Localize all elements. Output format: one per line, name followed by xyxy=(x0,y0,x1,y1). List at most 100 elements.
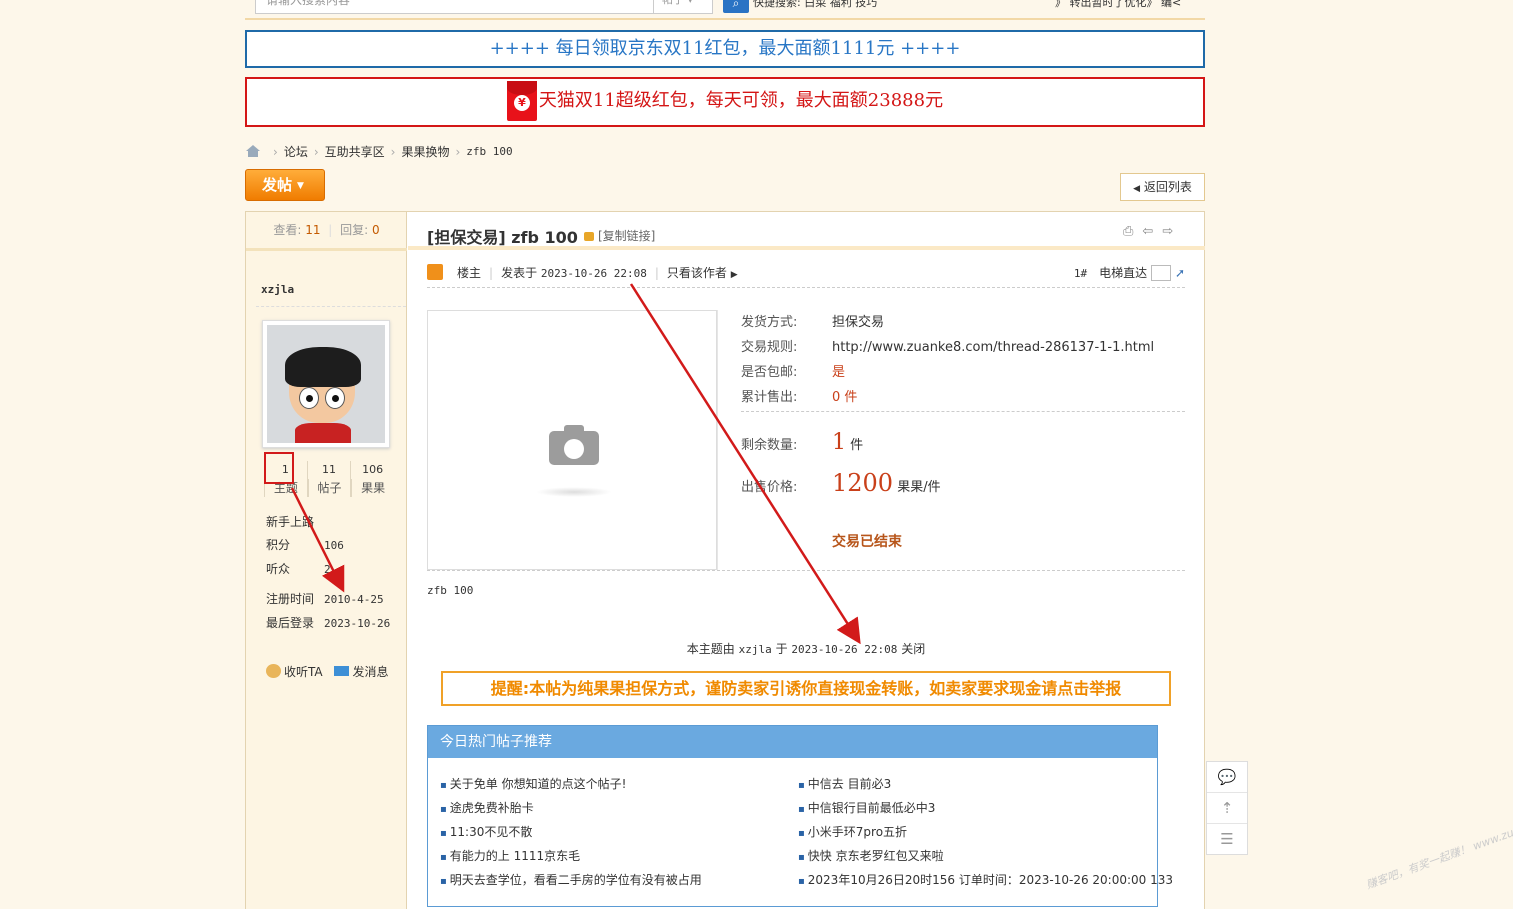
hot-item[interactable]: 明天去查学位，看看二手房的学位有没有被占用 xyxy=(440,869,702,893)
tmall-banner[interactable]: ¥ 天猫双11超级红包，每天可领，最大面额23888元 xyxy=(245,77,1205,127)
closed-prefix: 本主题由 xyxy=(686,642,735,656)
hot-left-list: 关于免单 你想知道的点这个帖子! 途虎免费补胎卡 11:30不见不散 有能力的上… xyxy=(440,773,702,893)
divider xyxy=(427,570,1185,571)
follow-link[interactable]: 收听TA xyxy=(266,664,323,679)
user-rank[interactable]: 新手上路 xyxy=(266,510,396,534)
new-post-button[interactable]: 发帖 ▼ xyxy=(245,169,325,201)
search-button[interactable]: ⌕ xyxy=(723,0,749,13)
breadcrumb-separator: › xyxy=(390,144,396,159)
views-count: 11 xyxy=(305,223,321,237)
top-right-links[interactable]: 》 转出暂时了优化》 编< xyxy=(1055,0,1181,10)
floating-toolbar: 💬 ⇡ ☰ xyxy=(1206,761,1248,855)
trade-rule-row: 交易规则: http://www.zuanke8.com/thread-28613… xyxy=(741,335,1185,360)
posted-label: 发表于 xyxy=(501,266,538,280)
reg-row: 注册时间 2010-4-25 xyxy=(266,587,396,612)
trade-free-label: 是否包邮: xyxy=(741,365,798,380)
hot-item[interactable]: 快快 京东老罗红包又来啦 xyxy=(798,845,1173,869)
hot-item[interactable]: 2023年10月26日20时156 订单时间：2023-10-26 20:00:… xyxy=(798,869,1173,893)
camera-icon xyxy=(549,423,599,465)
hot-item[interactable]: 有能力的上 1111京东毛 xyxy=(440,845,702,869)
last-login-label: 最后登录 xyxy=(266,616,315,630)
listeners-value: 2 xyxy=(324,563,331,576)
author-icon xyxy=(427,264,443,280)
listeners-row: 听众 2 xyxy=(266,557,396,582)
post-container: 查看: 11 | 回复: 0 xzjla 1 主题 11 帖子 106 果果 新手上路… xyxy=(245,211,1205,909)
back-to-list-button[interactable]: ◀ 返回列表 xyxy=(1120,173,1205,201)
closed-mid: 于 xyxy=(775,642,788,656)
hot-item[interactable]: 中信银行目前最低必中3 xyxy=(798,797,1173,821)
yuan-symbol: ¥ xyxy=(513,95,530,111)
trade-ship-value: 担保交易 xyxy=(832,315,885,330)
views-label: 查看: xyxy=(273,223,302,237)
home-icon[interactable] xyxy=(245,145,261,158)
hot-threads: 今日热门帖子推荐 关于免单 你想知道的点这个帖子! 途虎免费补胎卡 11:30不… xyxy=(427,725,1173,907)
search-type-select[interactable]: 帖子 ▾ xyxy=(653,0,713,14)
only-author-link[interactable]: 只看该作者 xyxy=(667,266,727,280)
red-envelope-icon: ¥ xyxy=(506,81,537,121)
trade-remain-unit: 件 xyxy=(850,438,864,453)
prev-thread-icon[interactable]: ⇦ xyxy=(1142,224,1153,239)
follow-label: 收听TA xyxy=(284,665,323,679)
author-name[interactable]: xzjla xyxy=(261,283,294,296)
scam-warning-text: 提醒:本帖为纯果果担保方式，谨防卖家引诱你直接现金转账，如卖家要求现金请点击举报 xyxy=(490,679,1122,698)
hot-right-list: 中信去 目前必3 中信银行目前最低必中3 小米手环7pro五折 快快 京东老罗红… xyxy=(798,773,1173,893)
stat-posts[interactable]: 11 帖子 xyxy=(306,461,351,497)
floor-number: 1# xyxy=(1073,267,1088,280)
jd-banner[interactable]: ++++ 每日领取京东双11红包，最大面额1111元 ++++ xyxy=(245,30,1205,68)
triangle-right-icon: ▶ xyxy=(730,270,738,280)
points-label: 积分 xyxy=(266,538,291,552)
list-icon[interactable]: ☰ xyxy=(1207,824,1247,855)
mail-icon xyxy=(334,666,350,676)
follow-icon xyxy=(266,664,281,678)
trade-remain-value: 1 xyxy=(832,430,846,455)
breadcrumb-thread[interactable]: zfb 100 xyxy=(466,145,512,158)
trade-remain-label: 剩余数量: xyxy=(741,438,798,453)
hot-item[interactable]: 小米手环7pro五折 xyxy=(798,821,1173,845)
jump-input[interactable] xyxy=(1151,265,1172,281)
copy-link[interactable]: [复制链接] xyxy=(584,227,655,244)
go-arrow-icon[interactable]: ➚ xyxy=(1175,266,1185,280)
trade-price-row: 出售价格: 1200 果果/件 xyxy=(741,471,1185,500)
hot-threads-title: 今日热门帖子推荐 xyxy=(428,726,1157,758)
avatar[interactable] xyxy=(262,320,390,448)
divider xyxy=(256,306,406,307)
thread-closed-notice: 本主题由 xzjla 于 2023-10-26 22:08 关闭 xyxy=(427,640,1185,657)
print-icon[interactable]: ⎙ xyxy=(1123,224,1133,239)
trade-rule-link[interactable]: http://www.zuanke8.com/thread-286137-1-1… xyxy=(832,340,1154,355)
hot-item[interactable]: 关于免单 你想知道的点这个帖子! xyxy=(440,773,702,797)
back-to-top-icon[interactable]: ⇡ xyxy=(1207,793,1247,824)
breadcrumb-section[interactable]: 互助共享区 xyxy=(325,143,385,160)
closed-suffix: 关闭 xyxy=(901,642,926,656)
scam-warning[interactable]: 提醒:本帖为纯果果担保方式，谨防卖家引诱你直接现金转账，如卖家要求现金请点击举报 xyxy=(441,671,1171,706)
product-image xyxy=(427,310,717,570)
hot-item[interactable]: 途虎免费补胎卡 xyxy=(440,797,702,821)
search-type-label: 帖子 xyxy=(662,0,684,6)
new-post-label: 发帖 xyxy=(262,176,293,194)
message-link[interactable]: 发消息 xyxy=(334,665,388,679)
closed-time: 2023-10-26 22:08 xyxy=(791,643,898,656)
chevron-left-icon: ◀ xyxy=(1133,184,1141,194)
breadcrumb-separator: › xyxy=(313,144,319,159)
author-actions: 收听TA 发消息 xyxy=(266,663,388,680)
trade-price-value: 1200 xyxy=(832,469,894,497)
posted-time: 2023-10-26 22:08 xyxy=(540,267,647,280)
hot-item[interactable]: 11:30不见不散 xyxy=(440,821,702,845)
message-label: 发消息 xyxy=(352,665,389,679)
hot-item[interactable]: 中信去 目前必3 xyxy=(798,773,1173,797)
trade-sold-row: 累计售出: 0 件 xyxy=(741,385,1185,410)
points-row: 积分 106 xyxy=(266,533,396,558)
trade-price-unit: 果果/件 xyxy=(897,480,941,495)
quick-search-links[interactable]: 快捷搜索: 白菜 福利 技巧 xyxy=(753,0,877,10)
reg-date: 2010-4-25 xyxy=(324,593,384,606)
replies-count: 0 xyxy=(372,223,380,237)
breadcrumb-board[interactable]: 果果换物 xyxy=(401,143,449,160)
thread-stats: 查看: 11 | 回复: 0 xyxy=(246,212,407,251)
trade-status: 交易已结束 xyxy=(832,534,902,550)
next-thread-icon[interactable]: ⇨ xyxy=(1162,224,1173,239)
caret-down-icon: ▼ xyxy=(297,180,304,191)
stat-coins[interactable]: 106 果果 xyxy=(350,461,394,497)
search-input[interactable]: 请输入搜索内容 xyxy=(255,0,655,14)
breadcrumb-forum[interactable]: 论坛 xyxy=(284,143,308,160)
breadcrumb: › 论坛 › 互助共享区 › 果果换物 › zfb 100 xyxy=(245,143,513,160)
reply-bubble-icon[interactable]: 💬 xyxy=(1207,762,1247,793)
